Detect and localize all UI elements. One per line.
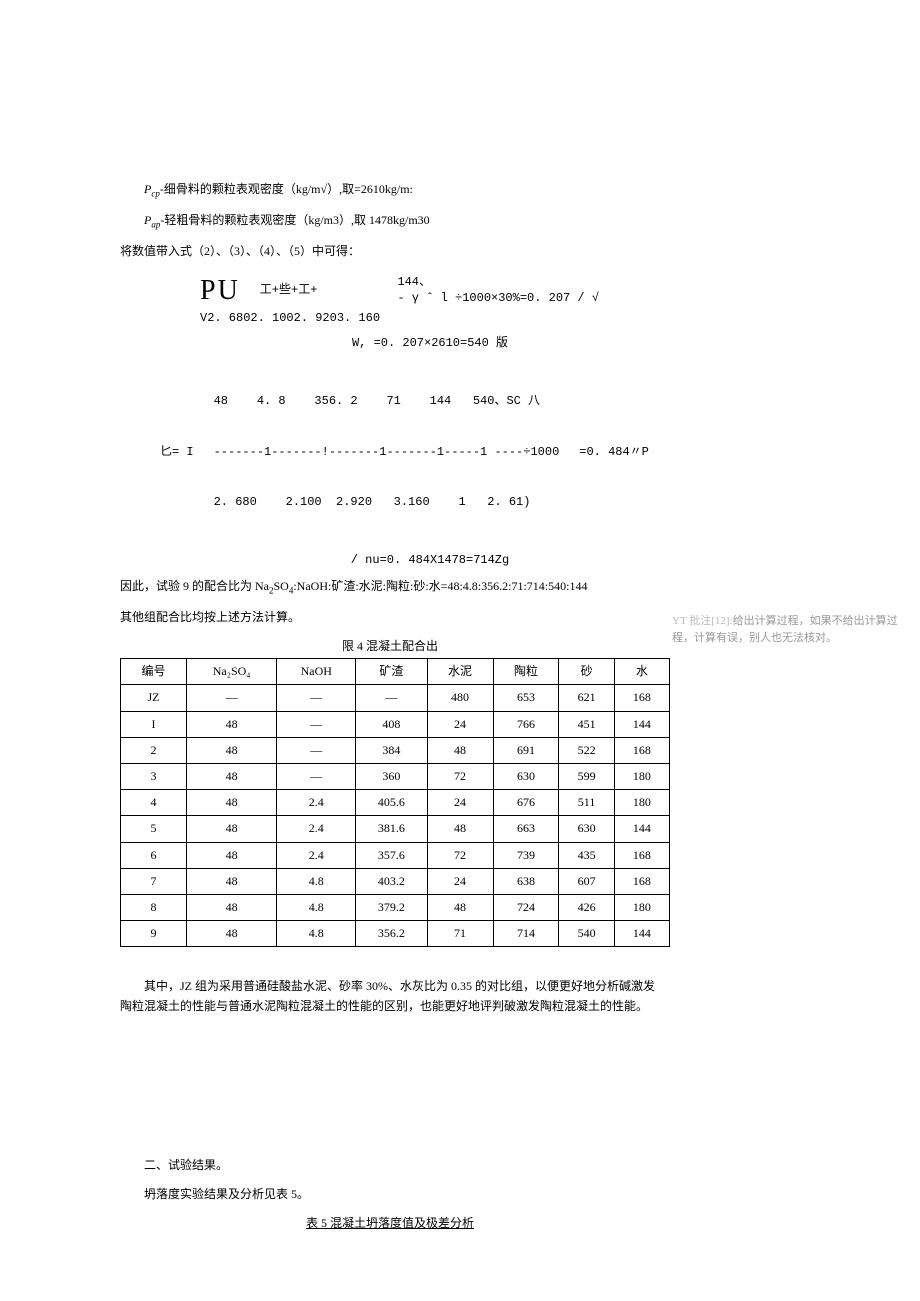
def-pap-text: -轻粗骨料的颗粒表观密度（kg/m3）,取 1478kg/m30 [160, 213, 429, 227]
def-pcp: Pcp-细骨料的颗粒表观密度（kg/m√）,取=2610kg/m: [120, 180, 660, 201]
section-2-sub: 坍落度实验结果及分析见表 5。 [120, 1185, 660, 1204]
table-row: 4482.4405.624676511180 [121, 790, 670, 816]
eq1-r1: 144、 [397, 274, 599, 291]
symbol-sub: cp [151, 188, 160, 198]
review-comment: YT 批注[12]:给出计算过程，如果不给出计算过程，计算有误，别人也无法核对。 [672, 613, 912, 646]
comment-label: YT 批注[12]: [672, 615, 733, 627]
th-sand: 砂 [559, 659, 614, 685]
table5-caption: 表 5 混凝土坍落度值及极差分析 [120, 1214, 660, 1233]
eq3-bot: 2. 680 2.100 2.920 3.160 1 2. 61) [214, 494, 560, 511]
section-2-head: 二、试验结果。 [120, 1156, 660, 1175]
th-slag: 矿渣 [356, 659, 427, 685]
table-4: 编号 Na₂SO₄ NaOH 矿渣 水泥 陶粒 砂 水 JZ———4806536… [120, 658, 670, 947]
def-pap: Pap-轻粗骨料的颗粒表观密度（kg/m3）,取 1478kg/m30 [120, 211, 660, 232]
th-na2so4: Na₂SO₄ [186, 659, 276, 685]
ratio-b: SO [274, 579, 289, 593]
ratio-line: 因此，试验 9 的配合比为 Na2SO4:NaOH:矿渣:水泥:陶粒:砂:水=4… [120, 577, 660, 598]
table-row: I48—40824766451144 [121, 711, 670, 737]
eq1-mid: 工+些+工+ [260, 282, 318, 299]
ratio-c: :NaOH:矿渣:水泥:陶粒:砂:水=48:4.8:356.2:71:714:5… [293, 579, 587, 593]
table4-caption: 限 4 混凝土配合出 [120, 637, 660, 656]
table-row: 9484.8356.271714540144 [121, 921, 670, 947]
th-water: 水 [614, 659, 669, 685]
th-cement: 水泥 [427, 659, 493, 685]
eq3-label: 匕= I [160, 444, 194, 461]
table4-header-row: 编号 Na₂SO₄ NaOH 矿渣 水泥 陶粒 砂 水 [121, 659, 670, 685]
eq1-r2: - γ ˆ l ÷1000×30%=0. 207 / √ [397, 290, 599, 307]
table-row: 5482.4381.648663630144 [121, 816, 670, 842]
table-row: 8484.8379.248724426180 [121, 894, 670, 920]
th-id: 编号 [121, 659, 187, 685]
th-ceramsite: 陶粒 [493, 659, 559, 685]
eq1-pu: PU [200, 271, 240, 310]
table-row: 348—36072630599180 [121, 764, 670, 790]
def-pcp-text: -细骨料的颗粒表观密度（kg/m√）,取=2610kg/m: [160, 182, 413, 196]
th-naoh: NaOH [277, 659, 356, 685]
equation-1: PU 工+些+工+ 144、 - γ ˆ l ÷1000×30%=0. 207 … [200, 271, 660, 327]
table-row: JZ———480653621168 [121, 685, 670, 711]
equation-2: W, =0. 207×2610=540 版 [200, 335, 660, 352]
equation-3: 匕= I 48 4. 8 356. 2 71 144 540、SC 八 ----… [160, 360, 660, 545]
eq3-top: 48 4. 8 356. 2 71 144 540、SC 八 [214, 393, 560, 410]
symbol-sub2: ap [151, 219, 160, 229]
table-row: 248—38448691522168 [121, 737, 670, 763]
ratio-a: 因此，试验 9 的配合比为 Na [120, 579, 269, 593]
lead-in-line: 将数值带入式（2）、（3）、（4）、（5）中可得： [120, 242, 660, 261]
eq1-bottom: V2. 6802. 1002. 9203. 160 [200, 310, 660, 327]
other-method: 其他组配合比均按上述方法计算。 [120, 608, 660, 627]
eq3-mid: -------1-------!-------1-------1-----1 -… [214, 444, 560, 461]
document-page: Pcp-细骨料的颗粒表观密度（kg/m√）,取=2610kg/m: Pap-轻粗… [0, 0, 760, 1275]
table-row: 6482.4357.672739435168 [121, 842, 670, 868]
jz-paragraph: 其中，JZ 组为采用普通硅酸盐水泥、砂率 30%、水灰比为 0.35 的对比组，… [120, 977, 660, 1015]
table-row: 7484.8403.224638607168 [121, 868, 670, 894]
equation-4: / nu=0. 484X1478=714Zg [200, 552, 660, 569]
eq3-result: =0. 484〃P [579, 444, 649, 461]
